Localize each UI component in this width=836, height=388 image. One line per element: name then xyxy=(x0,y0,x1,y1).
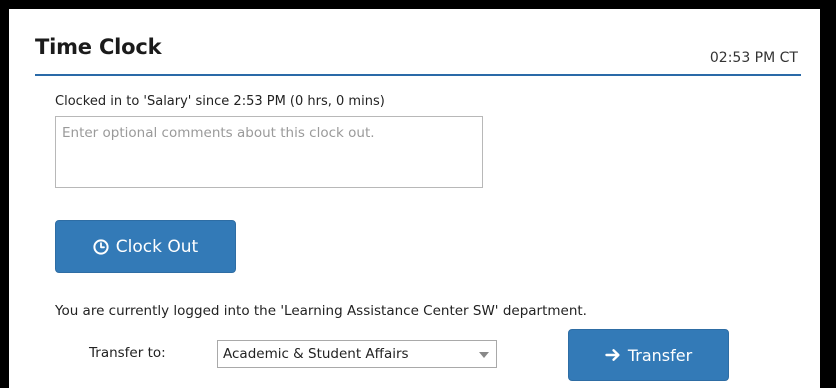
chevron-down-icon xyxy=(479,352,489,358)
transfer-button-label: Transfer xyxy=(627,345,693,365)
department-select-value: Academic & Student Affairs xyxy=(223,346,409,362)
department-select[interactable]: Academic & Student Affairs xyxy=(217,340,497,368)
transfer-button[interactable]: Transfer xyxy=(568,329,729,381)
panel-header: Time Clock 02:53 PM CT xyxy=(35,34,801,76)
department-message: You are currently logged into the 'Learn… xyxy=(55,303,587,319)
clock-icon xyxy=(93,238,109,255)
page-title: Time Clock xyxy=(35,35,162,59)
transfer-to-label: Transfer to: xyxy=(89,345,166,361)
arrow-right-icon xyxy=(605,348,621,362)
clock-out-comments-input[interactable] xyxy=(55,116,483,188)
clock-out-button-label: Clock Out xyxy=(115,236,199,257)
clock-out-button[interactable]: Clock Out xyxy=(55,220,236,273)
current-time: 02:53 PM CT xyxy=(709,50,798,66)
clock-status: Clocked in to 'Salary' since 2:53 PM (0 … xyxy=(55,94,385,109)
time-clock-window: Time Clock 02:53 PM CT Clocked in to 'Sa… xyxy=(0,0,836,388)
